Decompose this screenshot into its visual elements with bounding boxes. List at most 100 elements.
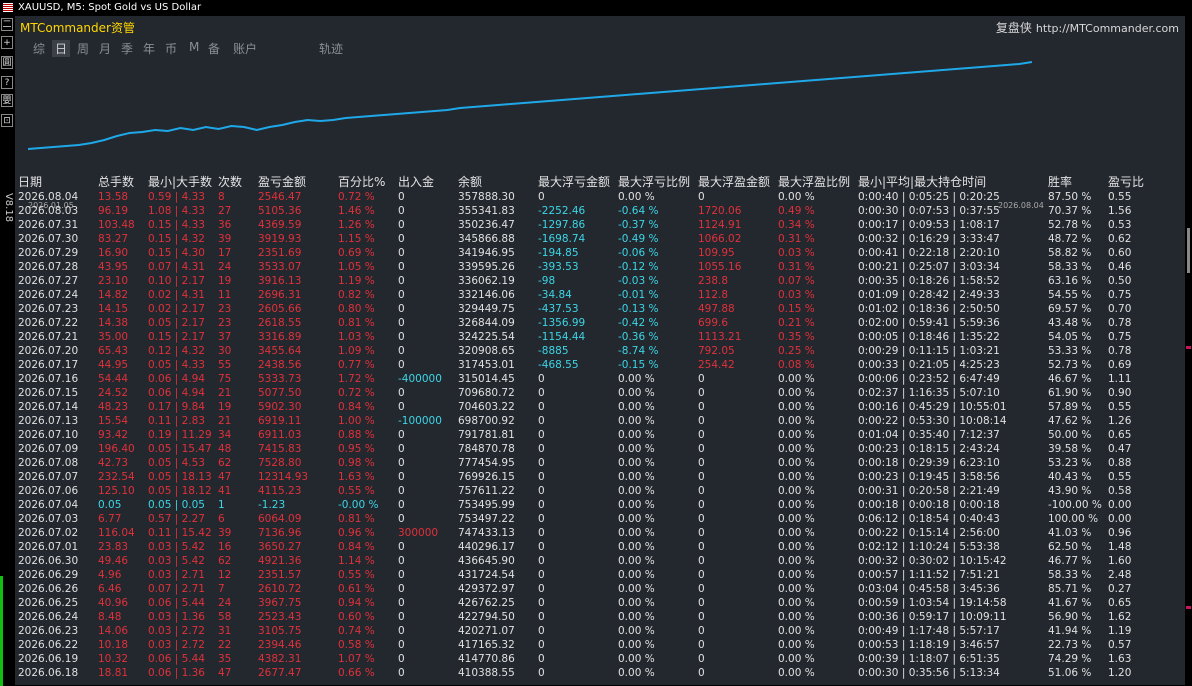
cell-deposit-withdraw: 0 <box>398 443 405 455</box>
cell-count: 47 <box>218 667 232 679</box>
table-row[interactable]: 2026.07.03 6.77 0.57 | 2.27 6 6064.09 0.81 % 0… <box>18 512 1178 526</box>
table-row[interactable]: 2026.07.07 232.54 0.05 | 18.13 47 12314.93 1.… <box>18 470 1178 484</box>
marker-1 <box>1186 346 1191 349</box>
cell-min-max-lots: 0.10 | 2.17 <box>148 275 205 287</box>
cell-balance: 426762.25 <box>458 597 515 609</box>
cell-max-float-loss: 0 <box>538 639 545 651</box>
header-max-float-profit-pct[interactable]: 最大浮盈比例 <box>778 174 850 190</box>
toolbar-button-2[interactable]: + <box>1 36 13 49</box>
website-url[interactable]: http://MTCommander.com <box>1036 22 1179 35</box>
cell-balance: 345866.88 <box>458 233 515 245</box>
table-row[interactable]: 2026.06.23 14.06 0.03 | 2.72 31 3105.75 0.74 … <box>18 624 1178 638</box>
tab-quarter[interactable]: 季 <box>121 40 133 57</box>
tab-day[interactable]: 日 <box>52 40 71 57</box>
table-row[interactable]: 2026.07.24 14.82 0.02 | 4.31 11 2696.31 0.82 … <box>18 288 1178 302</box>
cell-max-float-profit: 0 <box>698 387 705 399</box>
table-row[interactable]: 2026.07.16 54.44 0.06 | 4.94 75 5333.73 1.72 … <box>18 372 1178 386</box>
scroll-thumb[interactable] <box>1187 228 1190 273</box>
website-link[interactable]: 复盘侠 http://MTCommander.com <box>996 19 1179 36</box>
cell-win-rate: -100.00 % <box>1048 499 1102 511</box>
table-row[interactable]: 2026.06.29 4.96 0.03 | 2.71 12 2351.57 0.55 %… <box>18 568 1178 582</box>
tab-notes[interactable]: 备 <box>208 40 220 57</box>
cell-hold-time: 0:00:32 | 0:30:02 | 10:15:42 <box>858 555 1007 567</box>
tab-year[interactable]: 年 <box>143 40 155 57</box>
tab-symbol[interactable]: 币 <box>165 40 177 57</box>
cell-deposit-withdraw: 0 <box>398 317 405 329</box>
toolbar-button-5[interactable]: 嬰 <box>1 94 13 107</box>
table-row[interactable]: 2026.07.10 93.42 0.19 | 11.29 34 6911.03 0.88… <box>18 428 1178 442</box>
table-row[interactable]: 2026.06.18 18.81 0.06 | 1.36 47 2677.47 0.66 … <box>18 666 1178 680</box>
cell-count: 47 <box>218 471 232 483</box>
cell-max-float-loss: -468.55 <box>538 359 579 371</box>
right-scrollbar[interactable] <box>1185 16 1192 685</box>
cell-pnl-amount: 4369.59 <box>258 219 302 231</box>
header-max-float-profit[interactable]: 最大浮盈金额 <box>698 174 770 190</box>
header-win-rate[interactable]: 胜率 <box>1048 174 1072 190</box>
table-row[interactable]: 2026.07.08 42.73 0.05 | 4.53 62 7528.80 0.98 … <box>18 456 1178 470</box>
table-row[interactable]: 2026.08.04 13.58 0.59 | 4.33 8 2546.47 0.72 %… <box>18 190 1178 204</box>
table-row[interactable]: 2026.06.25 40.96 0.06 | 5.44 24 3967.75 0.94 … <box>18 596 1178 610</box>
tab-week[interactable]: 周 <box>77 40 89 57</box>
table-row[interactable]: 2026.07.14 48.23 0.17 | 9.84 19 5902.30 0.84 … <box>18 400 1178 414</box>
tab-overview[interactable]: 综 <box>33 40 45 57</box>
cell-min-max-lots: 0.06 | 1.36 <box>148 667 205 679</box>
cell-count: 1 <box>218 499 225 511</box>
header-min-max-lots[interactable]: 最小|大手数 <box>148 174 212 190</box>
table-row[interactable]: 2026.07.01 23.83 0.03 | 5.42 16 3650.27 0.84 … <box>18 540 1178 554</box>
table-row[interactable]: 2026.07.13 15.54 0.11 | 2.83 21 6919.11 1.00 … <box>18 414 1178 428</box>
cell-max-float-loss: 0 <box>538 191 545 203</box>
table-row[interactable]: 2026.07.31 103.48 0.15 | 4.33 36 4369.59 1.26… <box>18 218 1178 232</box>
cell-balance: 753495.99 <box>458 499 515 511</box>
header-date[interactable]: 日期 <box>18 174 42 190</box>
table-row[interactable]: 2026.06.26 6.46 0.07 | 2.71 7 2610.72 0.61 % 0… <box>18 582 1178 596</box>
table-row[interactable]: 2026.08.03 96.19 1.08 | 4.33 27 5105.36 1.46 … <box>18 204 1178 218</box>
table-row[interactable]: 2026.06.24 8.48 0.03 | 1.36 58 2523.43 0.60 %… <box>18 610 1178 624</box>
table-row[interactable]: 2026.06.19 10.32 0.06 | 5.44 35 4382.31 1.07 … <box>18 652 1178 666</box>
table-row[interactable]: 2026.06.30 49.46 0.03 | 5.42 62 4921.36 1.14 … <box>18 554 1178 568</box>
cell-hold-time: 0:03:04 | 0:45:58 | 3:45:36 <box>858 583 1000 595</box>
header-percent[interactable]: 百分比% <box>338 174 385 190</box>
table-row[interactable]: 2026.07.09 196.40 0.05 | 15.47 48 7415.83 0.9… <box>18 442 1178 456</box>
tab-month[interactable]: 月 <box>99 40 111 57</box>
header-count[interactable]: 次数 <box>218 174 242 190</box>
cell-percent: 1.05 % <box>338 261 375 273</box>
table-row[interactable]: 2026.06.22 10.18 0.03 | 2.72 22 2394.46 0.58 … <box>18 638 1178 652</box>
header-hold-time[interactable]: 最小|平均|最大持仓时间 <box>858 174 986 190</box>
table-row[interactable]: 2026.07.23 14.15 0.02 | 2.17 23 2605.66 0.80 … <box>18 302 1178 316</box>
table-row[interactable]: 2026.07.28 43.95 0.07 | 4.31 24 3533.07 1.05 … <box>18 260 1178 274</box>
tab-m[interactable]: M <box>189 40 199 54</box>
table-row[interactable]: 2026.07.27 23.10 0.10 | 2.17 19 3916.13 1.19 … <box>18 274 1178 288</box>
table-row[interactable]: 2026.07.20 65.43 0.12 | 4.32 30 3455.64 1.09 … <box>18 344 1178 358</box>
table-row[interactable]: 2026.07.02 116.04 0.11 | 15.42 39 7136.96 0.9… <box>18 526 1178 540</box>
toolbar-button-1[interactable]: 二 <box>1 18 13 31</box>
table-row[interactable]: 2026.07.04 0.05 0.05 | 0.05 1 -1.23 -0.00 % 0 7… <box>18 498 1178 512</box>
cell-max-float-profit-pct: 0.00 % <box>778 415 815 427</box>
toolbar-button-3[interactable]: 圓 <box>1 56 13 69</box>
header-pnl-ratio[interactable]: 盈亏比 <box>1108 174 1144 190</box>
table-row[interactable]: 2026.07.15 24.52 0.06 | 4.94 21 5077.50 0.72 … <box>18 386 1178 400</box>
table-row[interactable]: 2026.07.30 83.27 0.15 | 4.32 39 3919.93 1.15 … <box>18 232 1178 246</box>
help-button[interactable]: ? <box>1 76 13 89</box>
cell-date: 2026.07.15 <box>18 387 79 399</box>
cell-max-float-profit: 238.8 <box>698 275 729 287</box>
header-max-float-loss-pct[interactable]: 最大浮亏比例 <box>618 174 690 190</box>
cell-count: 75 <box>218 373 232 385</box>
header-pnl-amount[interactable]: 盈亏金额 <box>258 174 306 190</box>
header-total-lots[interactable]: 总手数 <box>98 174 134 190</box>
table-row[interactable]: 2026.07.29 16.90 0.15 | 4.30 17 2351.69 0.69 … <box>18 246 1178 260</box>
cell-pnl-ratio: 0.69 <box>1108 359 1132 371</box>
table-row[interactable]: 2026.07.06 125.10 0.05 | 18.12 41 4115.23 0.5… <box>18 484 1178 498</box>
cell-max-float-profit: 1066.02 <box>698 233 742 245</box>
cell-min-max-lots: 0.05 | 18.13 <box>148 471 212 483</box>
tab-account[interactable]: 账户 <box>233 40 257 57</box>
header-balance[interactable]: 余额 <box>458 174 482 190</box>
header-deposit-withdraw[interactable]: 出入金 <box>398 174 434 190</box>
cell-max-float-profit-pct: 0.03 % <box>778 247 815 259</box>
header-max-float-loss[interactable]: 最大浮亏金额 <box>538 174 610 190</box>
table-row[interactable]: 2026.07.22 14.38 0.05 | 2.17 23 2618.55 0.81 … <box>18 316 1178 330</box>
tab-track[interactable]: 轨迹 <box>319 40 343 57</box>
toolbar-button-6[interactable]: ⊡ <box>1 114 13 127</box>
table-row[interactable]: 2026.07.21 35.00 0.15 | 2.17 37 3316.89 1.03 … <box>18 330 1178 344</box>
cell-pnl-ratio: 1.48 <box>1108 541 1132 553</box>
table-row[interactable]: 2026.07.17 44.95 0.05 | 4.33 55 2438.56 0.77 … <box>18 358 1178 372</box>
